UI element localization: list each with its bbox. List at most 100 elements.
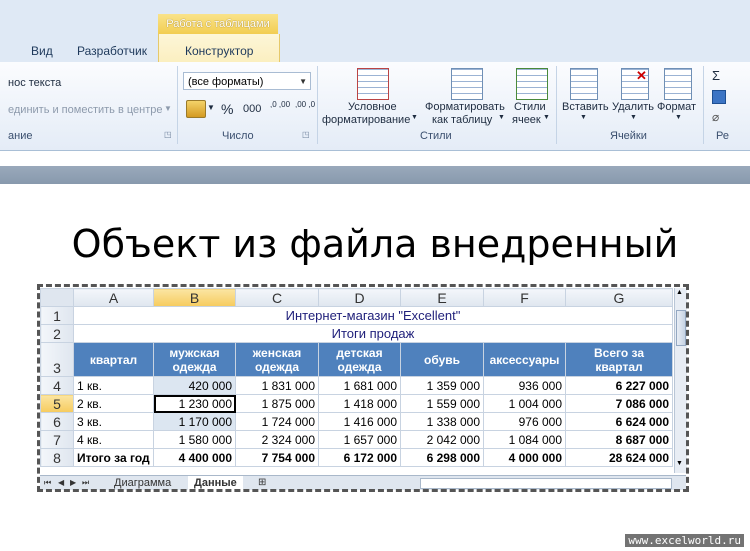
last-sheet-icon[interactable]: ⏭ bbox=[82, 476, 89, 490]
table-cell[interactable]: 6 624 000 bbox=[565, 412, 673, 431]
header-cell[interactable]: женская одежда bbox=[235, 342, 319, 377]
column-header[interactable]: F bbox=[483, 288, 566, 307]
tab-design[interactable]: Конструктор bbox=[185, 44, 253, 58]
clear-icon[interactable]: ⌀ bbox=[712, 110, 719, 124]
number-format-select[interactable]: (все форматы) ▼ bbox=[183, 72, 311, 90]
decrease-decimal-button[interactable]: ,00 ,0 bbox=[295, 100, 315, 109]
scroll-thumb[interactable] bbox=[676, 310, 686, 346]
next-sheet-icon[interactable]: ▶ bbox=[70, 476, 76, 490]
select-all-corner[interactable] bbox=[40, 288, 74, 307]
row-header[interactable]: 4 bbox=[40, 376, 74, 395]
chevron-down-icon[interactable]: ▼ bbox=[675, 114, 682, 121]
chevron-down-icon[interactable]: ▼ bbox=[411, 114, 418, 121]
tab-developer[interactable]: Разработчик bbox=[77, 44, 147, 58]
table-cell[interactable]: 2 042 000 bbox=[400, 430, 484, 449]
table-cell[interactable]: 6 172 000 bbox=[318, 448, 401, 467]
table-cell[interactable]: 6 298 000 bbox=[400, 448, 484, 467]
wrap-text-button[interactable]: нос текста bbox=[8, 77, 61, 89]
header-cell[interactable]: детская одежда bbox=[318, 342, 401, 377]
active-cell[interactable]: 1 230 000 bbox=[153, 394, 236, 413]
table-cell[interactable]: 8 687 000 bbox=[565, 430, 673, 449]
table-cell[interactable]: Итого за год bbox=[73, 448, 154, 467]
vertical-scrollbar[interactable]: ▲ ▼ bbox=[674, 288, 687, 473]
table-cell[interactable]: 1 724 000 bbox=[235, 412, 319, 431]
table-cell[interactable]: 1 875 000 bbox=[235, 394, 319, 413]
chevron-down-icon[interactable]: ▼ bbox=[630, 114, 637, 121]
cell-styles-label-1[interactable]: Стили bbox=[514, 101, 546, 113]
row-header[interactable]: 2 bbox=[40, 324, 74, 343]
format-as-table-label-2[interactable]: как таблицу bbox=[432, 114, 492, 126]
column-header[interactable]: D bbox=[318, 288, 401, 307]
format-as-table-label-1[interactable]: Форматировать bbox=[425, 101, 505, 113]
cell-styles-label-2[interactable]: ячеек bbox=[512, 114, 541, 126]
new-sheet-icon[interactable]: ⊞ bbox=[252, 476, 272, 490]
scroll-down-icon[interactable]: ▼ bbox=[676, 460, 683, 467]
table-cell[interactable]: 28 624 000 bbox=[565, 448, 673, 467]
table-cell[interactable]: 1 559 000 bbox=[400, 394, 484, 413]
table-cell[interactable]: 7 086 000 bbox=[565, 394, 673, 413]
table-cell[interactable]: 420 000 bbox=[153, 376, 236, 395]
table-cell[interactable]: 3 кв. bbox=[73, 412, 154, 431]
conditional-formatting-label-2[interactable]: форматирование bbox=[322, 114, 410, 126]
insert-button[interactable]: Вставить bbox=[562, 101, 609, 113]
table-cell[interactable]: 6 227 000 bbox=[565, 376, 673, 395]
increase-decimal-button[interactable]: ,0 ,00 bbox=[270, 100, 290, 109]
table-cell[interactable]: 1 418 000 bbox=[318, 394, 401, 413]
merge-center-button[interactable]: единить и поместить в центре bbox=[8, 104, 163, 116]
row-header[interactable]: 1 bbox=[40, 306, 74, 325]
delete-button[interactable]: Удалить bbox=[612, 101, 654, 113]
scroll-up-icon[interactable]: ▲ bbox=[676, 289, 683, 296]
table-cell[interactable]: 4 400 000 bbox=[153, 448, 236, 467]
table-cell[interactable]: 976 000 bbox=[483, 412, 566, 431]
table-cell[interactable]: 1 681 000 bbox=[318, 376, 401, 395]
currency-format-icon[interactable] bbox=[186, 100, 206, 118]
prev-sheet-icon[interactable]: ◀ bbox=[58, 476, 64, 490]
conditional-formatting-label-1[interactable]: Условное bbox=[348, 101, 397, 113]
table-cell[interactable]: 2 кв. bbox=[73, 394, 154, 413]
table-cell[interactable]: 936 000 bbox=[483, 376, 566, 395]
sheet-tab-diagram[interactable]: Диаграмма bbox=[108, 476, 177, 490]
table-cell[interactable]: 1 004 000 bbox=[483, 394, 566, 413]
header-cell[interactable]: Всего за квартал bbox=[565, 342, 673, 377]
sheet-title-cell[interactable]: Интернет-магазин "Excellent" bbox=[73, 306, 673, 325]
header-cell[interactable]: мужская одежда bbox=[153, 342, 236, 377]
column-header[interactable]: A bbox=[73, 288, 154, 307]
dialog-launcher-icon[interactable]: ◳ bbox=[164, 130, 172, 139]
table-cell[interactable]: 1 338 000 bbox=[400, 412, 484, 431]
table-cell[interactable]: 1 кв. bbox=[73, 376, 154, 395]
table-cell[interactable]: 1 170 000 bbox=[153, 412, 236, 431]
sheet-tab-data[interactable]: Данные bbox=[188, 476, 243, 490]
header-cell[interactable]: квартал bbox=[73, 342, 154, 377]
table-cell[interactable]: 1 359 000 bbox=[400, 376, 484, 395]
table-cell[interactable]: 1 657 000 bbox=[318, 430, 401, 449]
table-cell[interactable]: 1 580 000 bbox=[153, 430, 236, 449]
row-header[interactable]: 5 bbox=[40, 394, 74, 413]
row-header[interactable]: 6 bbox=[40, 412, 74, 431]
header-cell[interactable]: обувь bbox=[400, 342, 484, 377]
format-button[interactable]: Формат bbox=[657, 101, 696, 113]
chevron-down-icon[interactable]: ▼ bbox=[498, 114, 505, 121]
chevron-down-icon[interactable]: ▼ bbox=[580, 114, 587, 121]
column-header[interactable]: G bbox=[565, 288, 673, 307]
column-header[interactable]: E bbox=[400, 288, 484, 307]
row-header[interactable]: 3 bbox=[40, 342, 74, 377]
sheet-subtitle-cell[interactable]: Итоги продаж bbox=[73, 324, 673, 343]
currency-dropdown-icon[interactable]: ▼ bbox=[207, 103, 215, 112]
autosum-button[interactable]: Σ bbox=[712, 68, 720, 83]
chevron-down-icon[interactable]: ▼ bbox=[543, 114, 550, 121]
table-cell[interactable]: 4 000 000 bbox=[483, 448, 566, 467]
fill-icon[interactable] bbox=[712, 90, 726, 104]
spreadsheet-grid[interactable]: A B C D E F G 1 Интернет-магазин "Excell… bbox=[40, 288, 673, 467]
percent-button[interactable]: % bbox=[221, 101, 233, 117]
horizontal-scrollbar[interactable] bbox=[420, 478, 672, 489]
tab-view[interactable]: Вид bbox=[31, 44, 53, 58]
row-header[interactable]: 8 bbox=[40, 448, 74, 467]
dialog-launcher-icon[interactable]: ◳ bbox=[302, 130, 310, 139]
thousands-button[interactable]: 000 bbox=[243, 103, 261, 115]
table-cell[interactable]: 1 416 000 bbox=[318, 412, 401, 431]
row-header[interactable]: 7 bbox=[40, 430, 74, 449]
table-cell[interactable]: 1 831 000 bbox=[235, 376, 319, 395]
table-cell[interactable]: 1 084 000 bbox=[483, 430, 566, 449]
table-cell[interactable]: 7 754 000 bbox=[235, 448, 319, 467]
first-sheet-icon[interactable]: ⏮ bbox=[44, 476, 51, 490]
